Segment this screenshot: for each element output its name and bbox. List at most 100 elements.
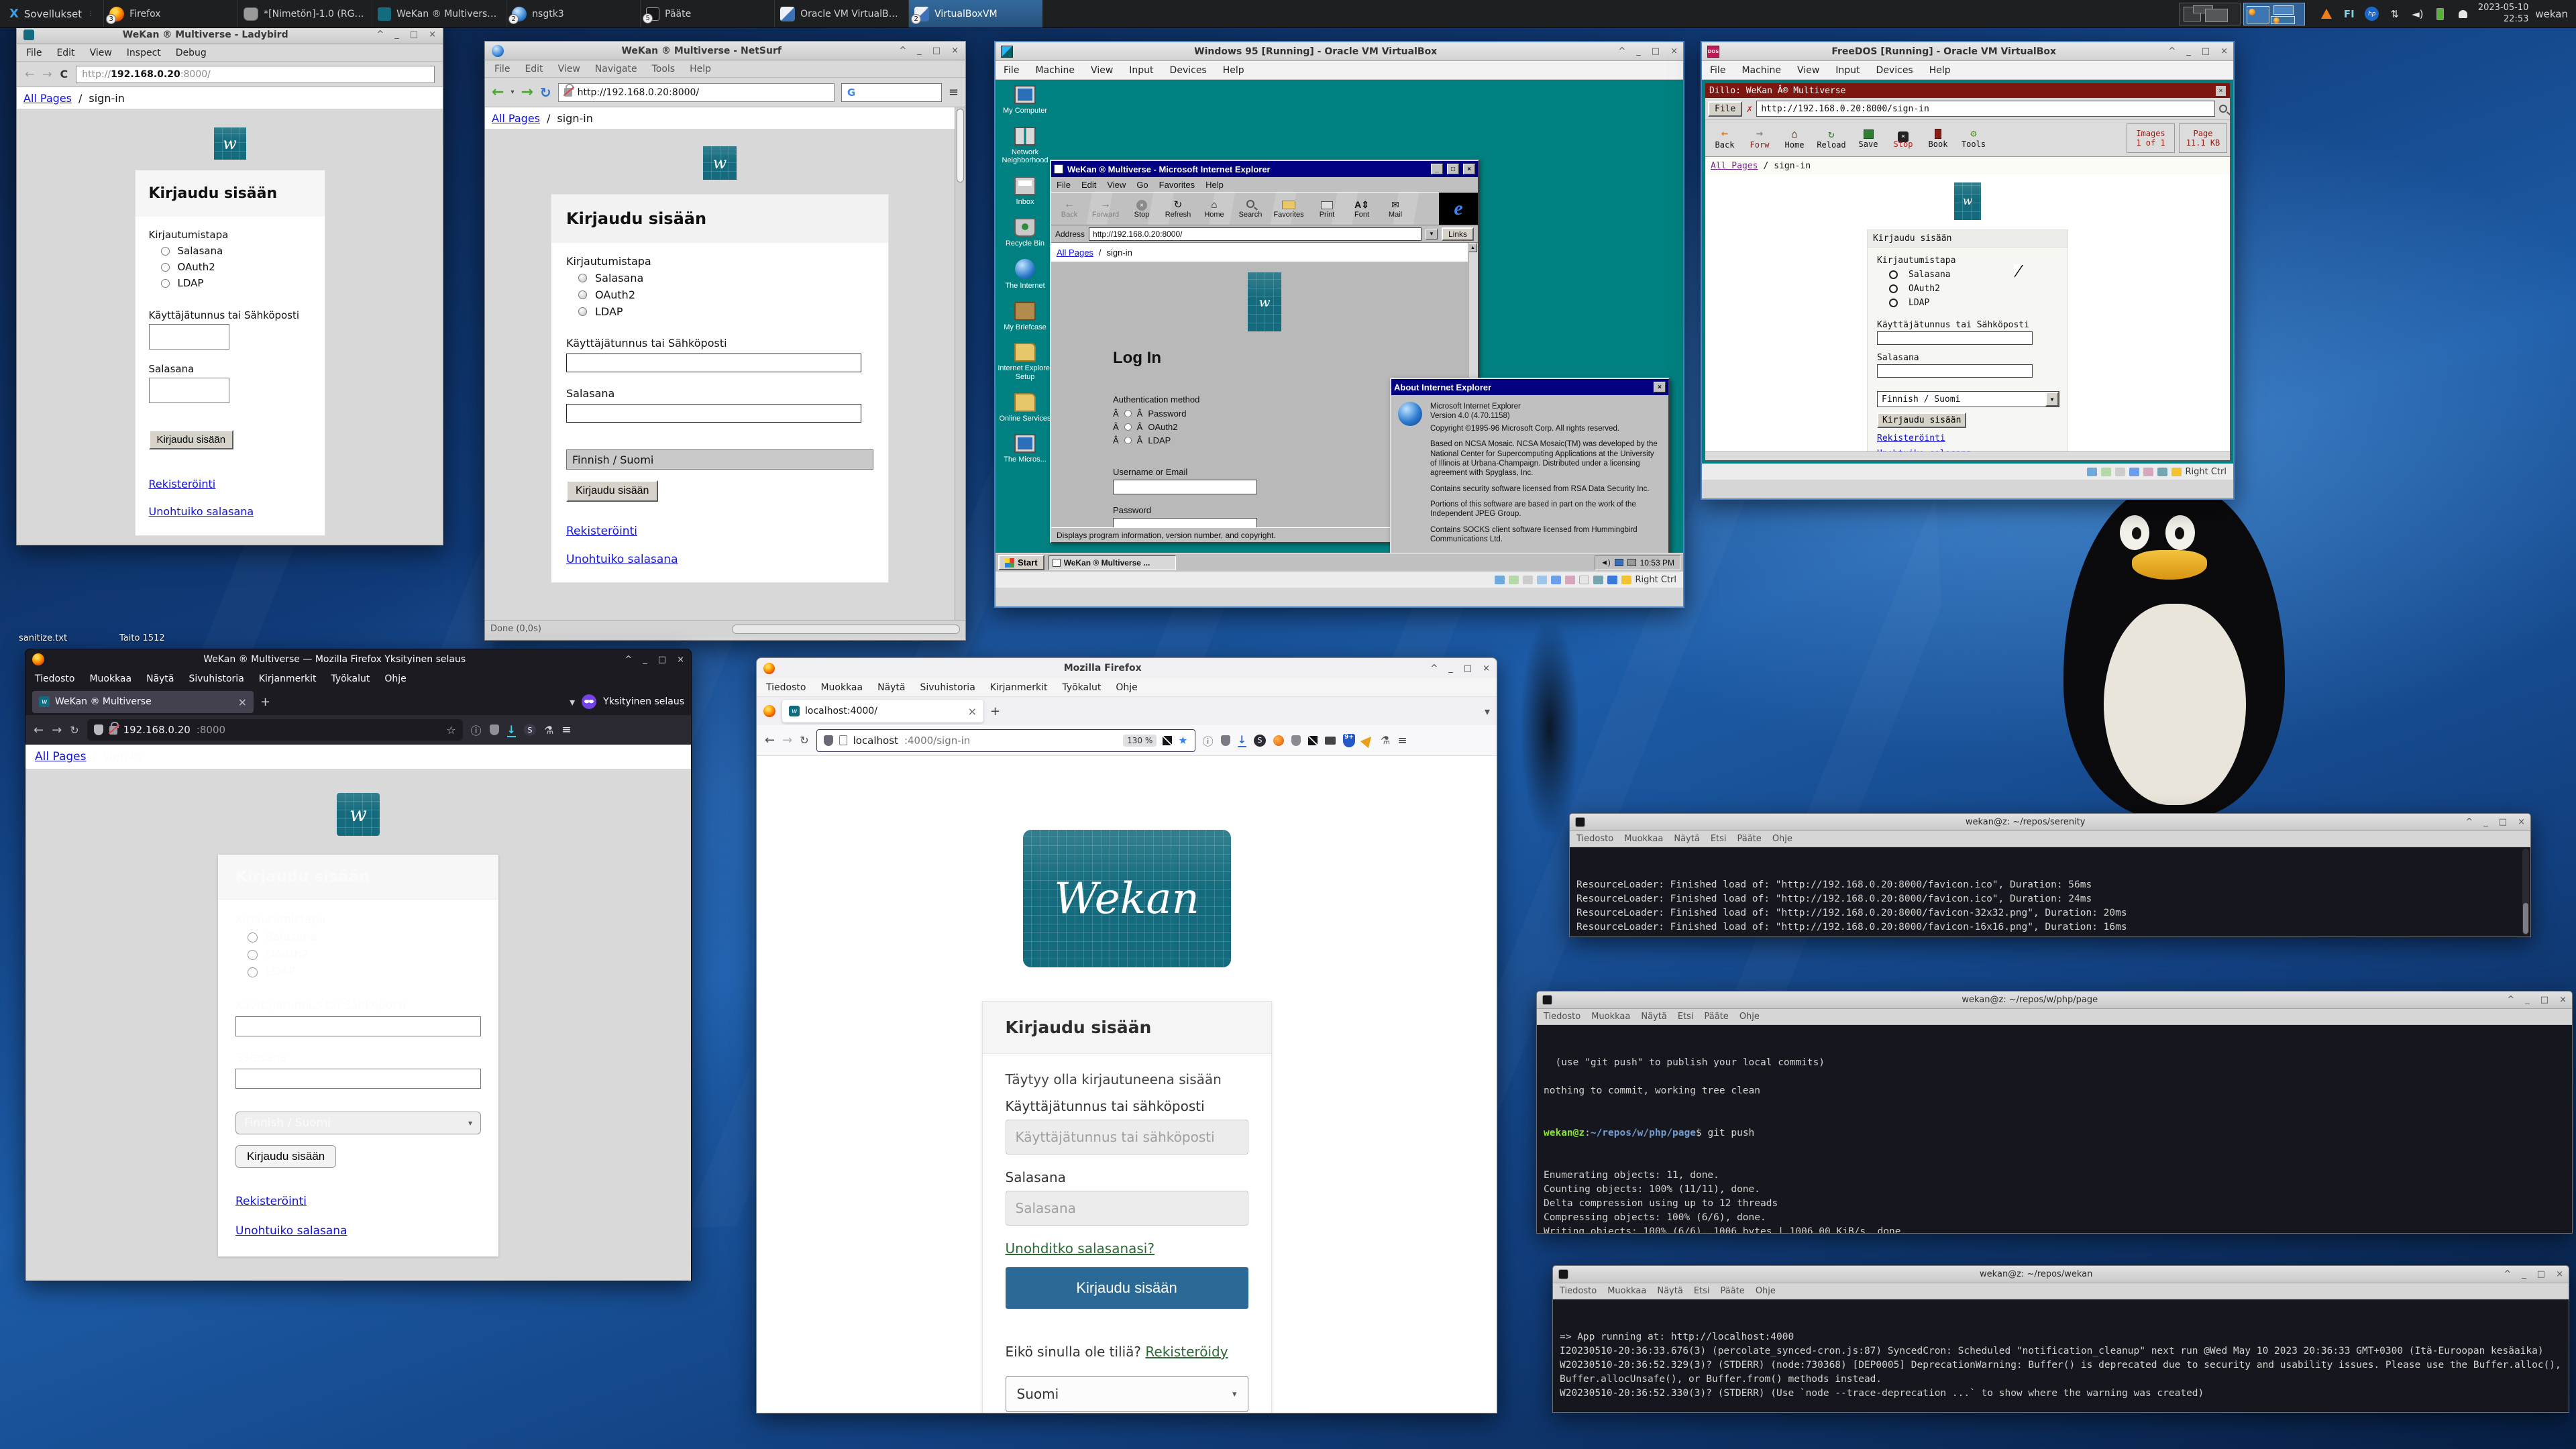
new-tab-icon[interactable]: + <box>990 704 1000 718</box>
virtualbox-titlebar[interactable]: DOS FreeDOS [Running] - Oracle VM Virtua… <box>1702 42 2233 61</box>
volume-icon[interactable]: ◄) <box>2410 0 2426 28</box>
page-info-icon[interactable] <box>839 735 847 745</box>
menu-item[interactable]: Etsi <box>1678 1012 1694 1022</box>
username-input[interactable] <box>149 324 229 350</box>
task-button-nsgtk3[interactable]: 2 nsgtk3 <box>506 0 640 28</box>
username-input[interactable] <box>235 1016 481 1036</box>
password-input[interactable] <box>149 378 229 403</box>
netsurf-titlebar[interactable]: WeKan ® Multiverse - NetSurf ^_□× <box>485 42 965 60</box>
task-button-firefox[interactable]: 3 Firefox <box>103 0 237 28</box>
reload-icon[interactable]: C <box>60 68 68 80</box>
signin-button[interactable]: Kirjaudu sisään <box>1877 413 1966 428</box>
extension-card-icon[interactable] <box>1325 737 1336 745</box>
menu-item[interactable]: Machine <box>1741 65 1781 76</box>
terminal-titlebar[interactable]: wekan@z: ~/repos/wekan ^_□× <box>1553 1266 2569 1283</box>
mail-button[interactable]: ✉Mail <box>1379 199 1412 219</box>
links-button[interactable]: Links <box>1442 227 1474 241</box>
print-button[interactable]: Print <box>1309 199 1345 219</box>
menu-item[interactable]: Edit <box>525 64 543 74</box>
tab-list-chevron-icon[interactable]: ▾ <box>1485 705 1490 718</box>
url-bar[interactable]: 192.168.0.20 :8000 ☆ <box>87 719 463 741</box>
taskbar-task-wekan[interactable]: WeKan ® Multiverse ... <box>1049 555 1176 570</box>
radio-oauth2[interactable] <box>161 263 170 272</box>
menu-item[interactable]: Näytä <box>1657 1286 1682 1296</box>
minimize-button[interactable]: _ <box>1636 46 1641 56</box>
all-pages-link[interactable]: All Pages <box>492 112 540 125</box>
address-dropdown-icon[interactable]: ▼ <box>1426 229 1438 239</box>
radio-password[interactable] <box>248 932 258 943</box>
password-input[interactable]: Salasana <box>1006 1191 1248 1226</box>
close-button[interactable]: × <box>2518 817 2525 827</box>
workspace-1[interactable] <box>2179 3 2241 25</box>
menu-item[interactable]: Debug <box>176 48 207 58</box>
desktop-icon-inbox[interactable]: Inbox <box>997 176 1053 207</box>
menu-item[interactable]: Favorites <box>1159 180 1195 190</box>
desktop-file-taito[interactable]: Taito 1512 <box>119 633 165 643</box>
task-button-wekan[interactable]: WeKan ® Multiverse - L... <box>372 0 506 28</box>
minimize-button[interactable]: _ <box>394 30 399 40</box>
close-button[interactable]: × <box>2216 86 2226 96</box>
tracking-protection-shield-icon[interactable] <box>824 735 833 746</box>
file-menu-button[interactable]: File <box>1708 101 1742 117</box>
maximize-button[interactable]: □ <box>2499 817 2507 827</box>
tray-modem-icon[interactable] <box>1627 559 1636 566</box>
extension-shield-badge-icon[interactable]: 9+ <box>1343 734 1355 747</box>
applications-menu[interactable]: X Sovellukset ⋮ <box>0 0 103 28</box>
desktop-file-sanitize[interactable]: sanitize.txt <box>19 633 67 643</box>
menu-item[interactable]: Tiedosto <box>766 682 806 693</box>
horizontal-scrollbar[interactable] <box>732 625 960 634</box>
workspace-2-active[interactable] <box>2243 3 2305 25</box>
menu-item[interactable]: Devices <box>1170 65 1207 76</box>
bookmark-star-icon[interactable]: ☆ <box>446 724 455 737</box>
menu-item[interactable]: Pääte <box>1705 1012 1729 1022</box>
radio-password[interactable] <box>1889 270 1898 279</box>
menu-item[interactable]: Ohje <box>384 674 406 684</box>
start-button[interactable]: Start <box>998 555 1044 570</box>
all-pages-link[interactable]: All Pages <box>1057 248 1093 258</box>
close-button[interactable]: × <box>1483 663 1490 674</box>
stop-button[interactable]: ×Stop <box>1124 199 1160 219</box>
password-input[interactable] <box>1877 364 2033 378</box>
extension-shield-icon[interactable] <box>1221 735 1230 746</box>
firefox-titlebar[interactable]: WeKan ® Multiverse — Mozilla Firefox Yks… <box>25 649 691 669</box>
forgot-password-link[interactable]: Unohtuiko salasana <box>149 505 254 518</box>
all-pages-link[interactable]: All Pages <box>35 750 87 763</box>
language-select[interactable]: Finnish / Suomi <box>566 449 873 470</box>
forgot-password-link[interactable]: Unohtuiko salasana <box>235 1224 347 1238</box>
notification-bell-icon[interactable] <box>2455 0 2471 28</box>
shade-button[interactable]: ^ <box>2168 46 2176 56</box>
maximize-button[interactable]: □ <box>1652 46 1660 56</box>
minimize-button[interactable]: _ <box>643 655 647 665</box>
back-button[interactable]: ←Back <box>1051 199 1087 219</box>
menu-item[interactable]: File <box>1057 180 1071 190</box>
menu-item[interactable]: Help <box>1223 65 1244 76</box>
menu-item[interactable]: File <box>26 48 42 58</box>
close-button[interactable]: × <box>1654 382 1666 392</box>
stop-button[interactable]: ×Stop <box>1886 127 1920 149</box>
menu-item[interactable]: View <box>1797 65 1819 76</box>
close-button[interactable]: × <box>2559 995 2567 1005</box>
menu-item[interactable]: Sivuhistoria <box>920 682 975 693</box>
menu-item[interactable]: View <box>90 48 112 58</box>
menu-item[interactable]: Kirjanmerkit <box>259 674 317 684</box>
close-button[interactable]: × <box>951 46 959 56</box>
menu-item[interactable]: View <box>1107 180 1126 190</box>
signin-button[interactable]: Kirjaudu sisään <box>235 1145 336 1168</box>
menu-item[interactable]: Ohje <box>1739 1012 1760 1022</box>
zoom-level-badge[interactable]: 130 % <box>1123 735 1157 747</box>
terminal-scrollbar[interactable] <box>2522 849 2529 935</box>
menu-item[interactable]: Tiedosto <box>1560 1286 1597 1296</box>
search-button[interactable]: Search <box>1232 199 1269 219</box>
radio-ldap[interactable] <box>1889 299 1898 307</box>
password-input[interactable] <box>1113 518 1257 527</box>
signin-button[interactable]: Kirjaudu sisään <box>1006 1267 1248 1309</box>
menu-item[interactable]: Etsi <box>1694 1286 1710 1296</box>
register-link[interactable]: Rekisteröinti <box>235 1195 307 1208</box>
maximize-button[interactable]: □ <box>2540 995 2548 1005</box>
close-button[interactable]: × <box>677 655 684 665</box>
forgot-password-link[interactable]: Unohtuiko salasana <box>1877 449 1972 451</box>
menu-item[interactable]: Näytä <box>877 682 905 693</box>
tray-display-icon[interactable] <box>1615 559 1623 566</box>
radio-ldap[interactable] <box>578 307 587 316</box>
url-bar[interactable]: http://192.168.0.20:8000/sign-in <box>1756 101 2215 117</box>
